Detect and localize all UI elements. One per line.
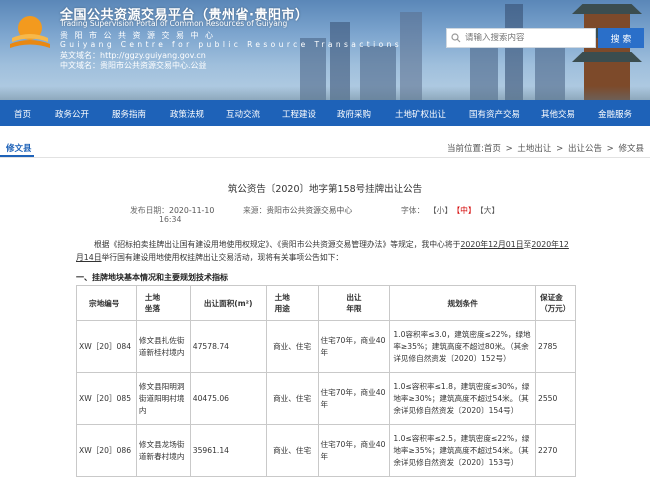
section-title: 修文县 xyxy=(6,144,32,154)
intro-paragraph: 根据《招标拍卖挂牌出让国有建设用地使用权规定》、《贵阳市公共资源交易管理办法》等… xyxy=(76,238,576,264)
cell-location: 修文县龙场街道新春村境内 xyxy=(135,424,191,477)
domain-cn: 中文域名：贵阳市公共资源交易中心.公益 xyxy=(60,61,207,70)
cell-conditions: 1.0容积率≤3.0，建筑密度≤22%，绿地率≥35%；建筑高度不超过80米。（… xyxy=(389,320,536,373)
nav-item-procurement[interactable]: 政府采购 xyxy=(337,108,371,120)
header-deposit-2: （万元） xyxy=(540,304,571,313)
header-years: 出让 年限 xyxy=(317,285,391,321)
publish-date-value: 2020-11-10 xyxy=(168,206,215,215)
intro-date-end-year: 2020 xyxy=(531,240,552,249)
breadcrumb-item-land[interactable]: 土地出让 xyxy=(517,144,551,154)
breadcrumb-prefix: 当前位置: xyxy=(446,144,484,154)
font-small-button[interactable]: 【小】 xyxy=(429,206,452,215)
nav-item-other-trade[interactable]: 其他交易 xyxy=(541,108,575,120)
nav-item-policy[interactable]: 政策法规 xyxy=(170,108,204,120)
table-row: XW［20］085 修文县阳明洞街道阳明村境内 40475.06 商业、住宅 住… xyxy=(76,372,576,425)
cell-deposit: 2785 xyxy=(535,320,576,373)
header-banner: 全国公共资源交易平台（贵州省·贵阳市） Trading Supervision … xyxy=(0,0,650,100)
font-medium-button[interactable]: 【中】 xyxy=(456,206,476,215)
river-image xyxy=(0,86,650,100)
header-conditions: 规划条件 xyxy=(389,285,536,321)
intro-date-start: 2020年12月01日 xyxy=(460,240,524,249)
cell-conditions: 1.0≤容积率≤2.5，建筑密度≤22%，绿地率≥35%；建筑高度不超过54米。… xyxy=(389,424,536,477)
search-input[interactable] xyxy=(465,33,593,43)
site-subtitle-en: Trading Supervision Portal of Common Res… xyxy=(60,19,288,28)
breadcrumb-item-home[interactable]: 首页 xyxy=(484,144,501,154)
cell-years: 住宅70年，商业40年 xyxy=(317,320,391,373)
header-use-2: 用途 xyxy=(274,304,290,313)
breadcrumb-bar: 修文县 当前位置:首页 > 土地出让 > 出让公告 > 修文县 xyxy=(0,138,650,158)
header-deposit-1: 保证金 xyxy=(540,293,563,302)
nav-item-finance[interactable]: 金融服务 xyxy=(598,108,632,120)
breadcrumb-separator: > xyxy=(556,144,564,154)
intro-text: 根据《招标拍卖挂牌出让国有建设用地使用权规定》、《贵阳市公共资源交易管理办法》等… xyxy=(94,240,461,249)
search-box xyxy=(446,28,596,48)
table-header-row: 宗地编号 土地 坐落 出让面积(m²) 土地 用途 出让 年限 规划条件 保证金… xyxy=(76,285,576,321)
font-large-button[interactable]: 【大】 xyxy=(480,206,500,215)
font-size-controls: 字体： 【小】 【中】 【大】 xyxy=(401,205,501,216)
cell-deposit: 2270 xyxy=(535,424,576,477)
header-location-2: 坐落 xyxy=(144,304,161,313)
breadcrumb-item-notice[interactable]: 出让公告 xyxy=(568,144,602,154)
header-years-2: 年限 xyxy=(346,304,362,313)
nav-item-home[interactable]: 首页 xyxy=(14,108,31,120)
nav-item-gov-affairs[interactable]: 政务公开 xyxy=(55,108,89,120)
table-row: XW［20］084 修文县扎佐街道新桂村境内 47578.74 商业、住宅 住宅… xyxy=(76,320,576,373)
header-use: 土地 用途 xyxy=(265,285,319,321)
logo-icon xyxy=(10,16,50,48)
publish-label: 发布日期： xyxy=(130,206,169,215)
cell-years: 住宅70年，商业40年 xyxy=(317,372,391,425)
nav-item-state-assets[interactable]: 国有资产交易 xyxy=(469,108,520,120)
cell-area: 47578.74 xyxy=(189,320,267,373)
cell-deposit: 2550 xyxy=(535,372,576,425)
cell-code: XW［20］086 xyxy=(76,424,137,477)
cell-years: 住宅70年，商业40年 xyxy=(317,424,391,477)
search-button[interactable]: 搜 索 xyxy=(598,28,644,48)
breadcrumb-item-county[interactable]: 修文县 xyxy=(618,144,644,154)
source-value: 贵阳市公共资源交易中心 xyxy=(266,206,353,215)
cell-use: 商业、住宅 xyxy=(265,320,319,373)
breadcrumb-separator: > xyxy=(606,144,614,154)
table-row: XW［20］086 修文县龙场街道新春村境内 35961.14 商业、住宅 住宅… xyxy=(76,424,576,477)
cell-use: 商业、住宅 xyxy=(265,372,319,425)
breadcrumb: 当前位置:首页 > 土地出让 > 出让公告 > 修文县 xyxy=(447,142,644,154)
cell-use: 商业、住宅 xyxy=(265,424,319,477)
cell-area: 35961.14 xyxy=(189,424,267,477)
header-code: 宗地编号 xyxy=(76,285,137,321)
cell-conditions: 1.0≤容积率≤1.8，建筑密度≤30%，绿地率≥30%；建筑高度不超过54米。… xyxy=(389,372,536,425)
main-nav: 首页 政务公开 服务指南 政策法规 互动交流 工程建设 政府采购 土地矿权出让 … xyxy=(0,100,650,126)
source: 来源：贵阳市公共资源交易中心 xyxy=(243,205,352,216)
search-icon xyxy=(447,29,465,47)
cell-location: 修文县扎佐街道新桂村境内 xyxy=(135,320,191,373)
article-title: 筑公资告〔2020〕地字第158号挂牌出让公告 xyxy=(227,184,423,195)
header-deposit: 保证金 （万元） xyxy=(535,285,576,321)
header-location: 土地 坐落 xyxy=(135,285,191,321)
cell-area: 40475.06 xyxy=(189,372,267,425)
land-parcel-table: 宗地编号 土地 坐落 出让面积(m²) 土地 用途 出让 年限 规划条件 保证金… xyxy=(76,285,576,477)
nav-item-service-guide[interactable]: 服务指南 xyxy=(112,108,146,120)
nav-item-construction[interactable]: 工程建设 xyxy=(282,108,316,120)
section-underline xyxy=(0,155,34,157)
cell-code: XW［20］085 xyxy=(76,372,137,425)
font-label: 字体： xyxy=(401,206,425,215)
section-heading: 一、挂牌地块基本情况和主要规划技术指标 xyxy=(76,273,228,282)
header-location-1: 土地 xyxy=(144,293,161,302)
nav-item-interaction[interactable]: 互动交流 xyxy=(226,108,260,120)
publish-time-value: 16:34 xyxy=(159,215,182,224)
header-years-1: 出让 xyxy=(346,293,362,302)
source-label: 来源： xyxy=(243,206,267,215)
header-area: 出让面积(m²) xyxy=(189,285,267,321)
nav-item-land-mining[interactable]: 土地矿权出让 xyxy=(395,108,446,120)
center-name-en: Guiyang Centre for public Resource Trans… xyxy=(60,40,403,49)
breadcrumb-separator: > xyxy=(505,144,513,154)
cell-code: XW［20］084 xyxy=(76,320,137,373)
intro-text-2: 举行国有建设用地使用权挂牌出让交易活动，现将有关事项公告如下： xyxy=(101,253,344,262)
cell-location: 修文县阳明洞街道阳明村境内 xyxy=(135,372,191,425)
header-use-1: 土地 xyxy=(274,293,290,302)
